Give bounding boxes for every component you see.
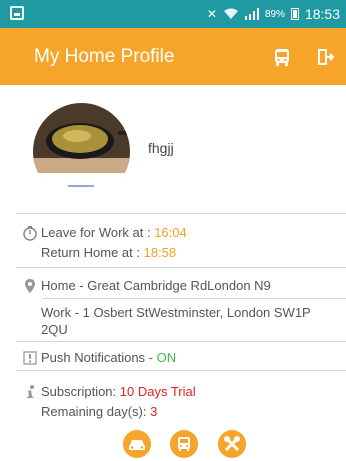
leave-label: Leave for Work at : [41,225,155,240]
leave-for-work-row[interactable]: Leave for Work at : 16:04 [41,225,187,240]
app-bar: My Home Profile [0,28,346,85]
notification-icon [23,351,37,365]
remaining-days-row: Remaining day(s): 3 [41,404,157,419]
status-bar-right: ✕ 89% 18:53 [207,6,340,22]
battery-icon [290,8,299,20]
page-title: My Home Profile [34,46,175,67]
home-address[interactable]: Home - Great Cambridge RdLondon N9 [41,278,271,293]
return-label: Return Home at : [41,245,144,260]
push-notifications-row[interactable]: Push Notifications - ON [41,350,176,365]
timer-icon [23,226,37,241]
location-pin-icon [25,279,35,293]
divider [16,213,346,214]
exit-icon[interactable] [315,47,335,67]
divider [16,370,346,371]
work-address-line2[interactable]: 2QU [41,322,68,337]
subscription-label: Subscription: [41,384,120,399]
bus-icon [178,437,190,451]
bus-icon[interactable] [272,47,292,67]
car-icon [129,440,145,450]
subscription-value: 10 Days Trial [119,384,196,399]
clock: 18:53 [304,6,340,22]
remaining-label: Remaining day(s): [41,404,151,419]
subscription-row[interactable]: Subscription: 10 Days Trial [41,384,196,399]
signal-icon [244,8,259,20]
battery-percent: 89% [264,8,285,20]
bottom-actions [0,430,346,460]
divider [16,267,346,268]
tools-button[interactable] [218,430,246,458]
leave-time: 16:04 [154,225,187,240]
car-button[interactable] [123,430,151,458]
divider [16,341,346,342]
return-home-row[interactable]: Return Home at : 18:58 [41,245,176,260]
push-label: Push Notifications - [41,350,157,365]
profile-photo [33,103,130,200]
bus-button[interactable] [170,430,198,458]
divider [42,298,346,299]
push-status: ON [156,350,177,365]
return-time: 18:58 [143,245,177,260]
tools-icon [224,436,240,452]
remaining-value: 3 [150,404,158,419]
avatar[interactable] [33,103,130,200]
profile-header: fhgjj [0,85,346,205]
info-icon [26,385,34,398]
work-address-line1[interactable]: Work - 1 Osbert StWestminster, London SW… [41,305,311,320]
status-bar: ✕ 89% 18:53 [0,0,346,28]
gallery-notification-icon [10,6,24,20]
username: fhgjj [148,140,174,156]
mute-vibrate-icon: ✕ [206,7,217,21]
wifi-icon [223,8,238,19]
